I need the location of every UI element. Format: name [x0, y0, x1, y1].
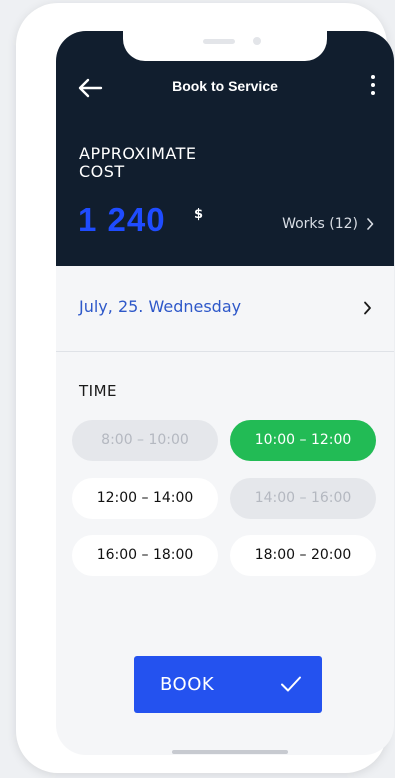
- cost-label: APPROXIMATE COST: [79, 144, 197, 181]
- app-screen: Book to Service APPROXIMATE COST 1 240 $…: [56, 31, 394, 755]
- currency-symbol: $: [194, 207, 204, 222]
- time-slot[interactable]: 8:00 – 10:00: [72, 420, 218, 461]
- works-label: Works (12): [282, 216, 358, 232]
- check-icon: [281, 676, 301, 692]
- chevron-right-icon: [367, 218, 374, 230]
- time-slot[interactable]: 18:00 – 20:00: [230, 535, 376, 576]
- selected-date: July, 25. Wednesday: [79, 297, 242, 316]
- phone-frame: Book to Service APPROXIMATE COST 1 240 $…: [16, 3, 394, 773]
- date-selector[interactable]: July, 25. Wednesday: [56, 266, 394, 352]
- book-button-label: BOOK: [160, 674, 215, 695]
- device-notch: [123, 31, 327, 61]
- time-slot[interactable]: 10:00 – 12:00: [230, 420, 376, 461]
- cost-value: 1 240: [78, 201, 166, 238]
- time-section-label: TIME: [79, 382, 118, 400]
- more-vertical-icon[interactable]: [366, 75, 380, 101]
- book-button[interactable]: BOOK: [134, 656, 322, 713]
- header: Book to Service APPROXIMATE COST 1 240 $…: [56, 31, 394, 266]
- home-indicator: [172, 750, 288, 754]
- time-slot[interactable]: 12:00 – 14:00: [72, 478, 218, 519]
- time-slot[interactable]: 14:00 – 16:00: [230, 478, 376, 519]
- speaker-grille: [203, 39, 235, 44]
- page-title: Book to Service: [172, 78, 278, 94]
- works-link[interactable]: Works (12): [282, 216, 374, 232]
- time-slot[interactable]: 16:00 – 18:00: [72, 535, 218, 576]
- chevron-right-icon: [364, 301, 371, 315]
- camera-dot: [253, 37, 261, 45]
